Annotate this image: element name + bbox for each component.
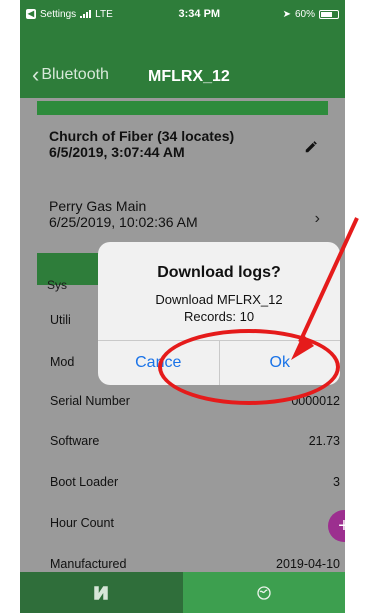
pencil-icon[interactable]	[304, 140, 318, 154]
info-key: Mod	[50, 355, 75, 369]
info-value: 3	[333, 475, 340, 489]
chevron-left-icon: ‹	[32, 62, 40, 87]
nav-bar: ‹ Bluetooth MFLRX_12	[20, 28, 345, 98]
log-item[interactable]: Perry Gas Main 6/25/2019, 10:02:36 AM ›	[37, 198, 328, 230]
tab-home[interactable]	[20, 572, 183, 613]
info-value: 21.73	[308, 434, 340, 448]
info-key: Utili	[50, 313, 71, 327]
battery-percent: 60%	[294, 8, 315, 20]
info-key: Manufactured	[50, 557, 127, 571]
info-key: Hour Count	[50, 516, 114, 530]
info-row: Software 21.73	[50, 434, 340, 470]
top-green-bar	[37, 101, 328, 115]
dialog-message-line-1: Download MFLRX_12	[155, 292, 283, 307]
nfl-logo-icon	[94, 585, 108, 600]
info-row: Hour Count	[50, 516, 340, 552]
bottom-tab-bar	[20, 572, 345, 613]
annotation-ellipse	[158, 329, 340, 405]
status-network: LTE	[95, 8, 113, 20]
tab-globe[interactable]	[182, 572, 345, 613]
location-arrow-icon: ➤	[282, 8, 291, 20]
log-title: Church of Fiber (34 locates)	[49, 128, 235, 144]
globe-icon	[257, 585, 271, 600]
info-row: Boot Loader 3	[50, 475, 340, 511]
dialog-message-line-2: Records: 10	[183, 309, 255, 324]
status-right: ➤ 60%	[283, 9, 339, 20]
dialog-title: Download logs?	[157, 264, 281, 281]
status-time: 3:34 PM	[178, 8, 221, 20]
info-key: Boot Loader	[50, 475, 119, 489]
section-label: Sys	[47, 278, 68, 292]
phone-screen: ◀ Settings LTE 3:34 PM ➤ 60% ‹ Bluetooth…	[20, 0, 345, 613]
log-datetime: 6/5/2019, 3:07:44 AM	[49, 144, 185, 160]
page-title: MFLRX_12	[148, 68, 230, 85]
info-key: Serial Number	[50, 394, 130, 408]
status-bar: ◀ Settings LTE 3:34 PM ➤ 60%	[20, 0, 345, 28]
log-title: Perry Gas Main	[49, 198, 147, 214]
back-button[interactable]: ‹ Bluetooth	[32, 62, 109, 87]
log-item[interactable]: Church of Fiber (34 locates) 6/5/2019, 3…	[37, 128, 328, 160]
signal-icon	[80, 10, 92, 18]
info-value: 2019-04-10	[276, 557, 340, 571]
back-label: Bluetooth	[41, 66, 109, 83]
back-app-icon[interactable]: ◀	[26, 9, 36, 19]
status-carrier: Settings	[40, 8, 77, 20]
chevron-right-icon: ›	[314, 210, 320, 227]
battery-icon	[319, 9, 339, 19]
log-datetime: 6/25/2019, 10:02:36 AM	[49, 214, 198, 230]
info-key: Software	[50, 434, 100, 448]
